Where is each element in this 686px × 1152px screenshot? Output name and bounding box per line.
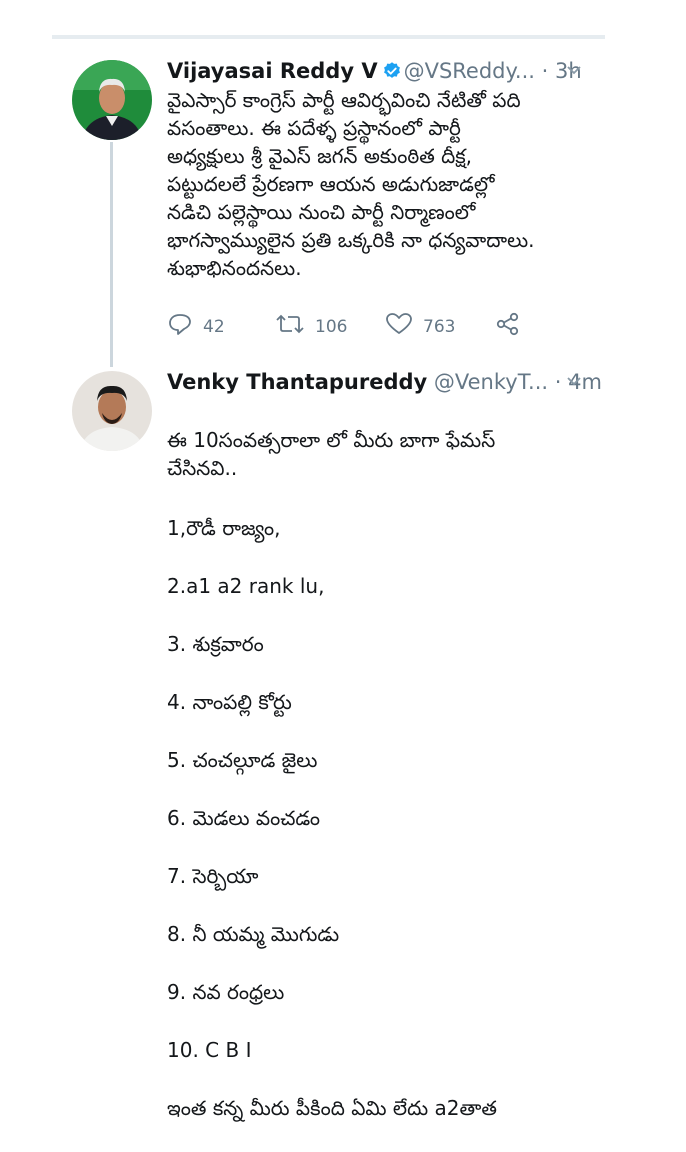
tweet-vijayasai[interactable]: Vijayasai Reddy V @VSReddy... · 3h వైఎస్స… — [0, 0, 686, 367]
reply-icon — [167, 312, 203, 341]
retweet-count: 106 — [315, 316, 348, 337]
handle[interactable]: @VenkyT... — [434, 370, 548, 394]
reply-button[interactable]: 42 — [167, 312, 225, 341]
heart-icon — [385, 312, 423, 341]
display-name[interactable]: Venky Thantapureddy — [167, 370, 427, 394]
list-item: 5. చంచల్గూడ జైలు — [167, 748, 318, 772]
verified-badge-icon — [382, 61, 402, 86]
chevron-down-icon[interactable] — [566, 62, 582, 82]
display-name[interactable]: Vijayasai Reddy V — [167, 59, 378, 83]
tweet-header: Venky Thantapureddy @VenkyT... · 4m — [167, 370, 602, 394]
like-button[interactable]: 763 — [385, 312, 455, 341]
tweet-venky[interactable]: Venky Thantapureddy @VenkyT... · 4m ఈ 10… — [0, 360, 686, 1120]
list-item: 3. శుక్రవారం — [167, 632, 264, 656]
like-count: 763 — [423, 316, 456, 337]
tweet-text: ఈ 10సంవత్సరాలా లో మీరు బాగా ఫేమస్ చేసినవ… — [167, 398, 607, 1152]
share-button[interactable] — [495, 312, 531, 341]
list-item: 4. నాంపల్లి కోర్టు — [167, 690, 292, 714]
separator: · — [541, 59, 549, 83]
retweet-icon — [275, 312, 315, 341]
share-icon — [495, 312, 531, 341]
action-bar: 42 106 763 — [167, 312, 547, 342]
separator: · — [554, 370, 562, 394]
reply-count: 42 — [203, 316, 225, 337]
avatar[interactable] — [72, 371, 152, 451]
list-item: 9. నవ రంధ్రలు — [167, 980, 285, 1004]
list-item: 6. మెడలు వంచడం — [167, 806, 321, 830]
list-item: 7. సెర్బియా — [167, 864, 259, 888]
tweet-text: వైఎస్సార్ కాంగ్రెస్ పార్టీ ఆవిర్భవించి న… — [167, 88, 535, 280]
retweet-button[interactable]: 106 — [275, 312, 347, 341]
thread-connector — [110, 142, 113, 367]
avatar[interactable] — [72, 60, 152, 140]
list-item: 2.a1 a2 rank lu, — [167, 574, 325, 598]
tweet-header: Vijayasai Reddy V @VSReddy... · 3h — [167, 59, 582, 86]
tweet-intro: ఈ 10సంవత్సరాలా లో మీరు బాగా ఫేమస్ చేసినవ… — [167, 428, 496, 480]
tweet-closing: ఇంత కన్న మీరు పీకింది ఏమి లేదు a2తాత — [167, 1096, 497, 1120]
list-item: 8. నీ యమ్మ మొగుడు — [167, 922, 340, 946]
list-item: 10. C B I — [167, 1038, 252, 1062]
handle[interactable]: @VSReddy... — [404, 59, 535, 83]
list-item: 1,రౌడీ రాజ్యం, — [167, 516, 281, 540]
chevron-down-icon[interactable] — [566, 373, 582, 393]
